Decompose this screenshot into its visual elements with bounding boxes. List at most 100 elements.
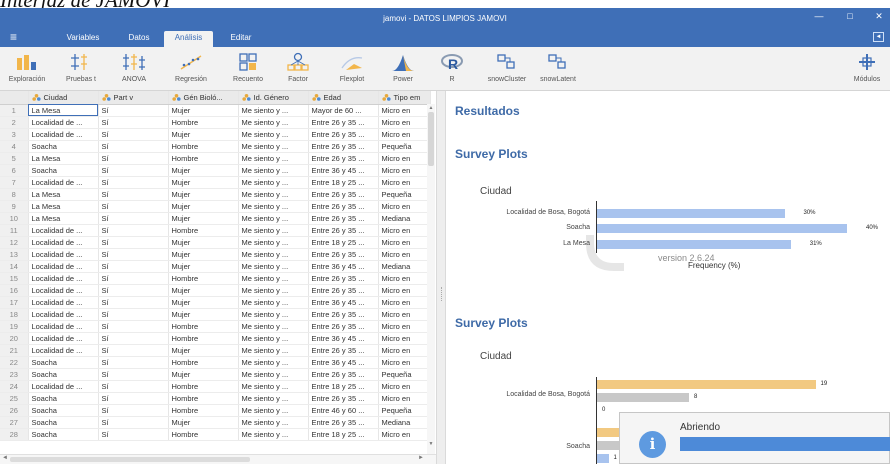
table-cell[interactable]: Micro en: [378, 104, 431, 117]
table-cell[interactable]: Micro en: [378, 164, 431, 177]
t-tests-button[interactable]: Pruebas t: [55, 50, 107, 88]
table-cell[interactable]: Micro en: [378, 308, 431, 321]
table-cell[interactable]: Mujer: [168, 200, 239, 213]
table-cell[interactable]: Entre 26 y 35 ...: [308, 224, 379, 237]
table-cell[interactable]: Me siento y ...: [238, 152, 309, 165]
row-number[interactable]: 15: [0, 272, 29, 285]
table-row[interactable]: 14 Localidad de ... Sí Mujer Me siento y ...…: [0, 260, 431, 273]
table-cell[interactable]: Me siento y ...: [238, 128, 309, 141]
minimize-button[interactable]: —: [812, 11, 826, 23]
table-cell[interactable]: Localidad de ...: [28, 236, 99, 249]
row-number[interactable]: 2: [0, 116, 29, 129]
table-cell[interactable]: Hombre: [168, 140, 239, 153]
table-cell[interactable]: Me siento y ...: [238, 296, 309, 309]
table-row[interactable]: 6 Soacha Sí Mujer Me siento y ... Entre 36 y …: [0, 164, 431, 177]
table-row[interactable]: 27 Soacha Sí Mujer Me siento y ... Entre 26 y…: [0, 416, 431, 429]
table-cell[interactable]: Sí: [98, 380, 169, 393]
table-cell[interactable]: Soacha: [28, 368, 99, 381]
table-cell[interactable]: Entre 26 y 35 ...: [308, 212, 379, 225]
exploration-button[interactable]: Exploración: [2, 50, 52, 88]
vertical-scrollbar[interactable]: ▲ ▼: [427, 104, 435, 461]
table-cell[interactable]: Localidad de ...: [28, 272, 99, 285]
table-cell[interactable]: Soacha: [28, 356, 99, 369]
table-cell[interactable]: Sí: [98, 392, 169, 405]
row-number[interactable]: 17: [0, 296, 29, 309]
power-button[interactable]: Power: [382, 50, 424, 88]
table-cell[interactable]: Entre 26 y 35 ...: [308, 272, 379, 285]
table-cell[interactable]: Entre 36 y 45 ...: [308, 356, 379, 369]
table-cell[interactable]: Me siento y ...: [238, 164, 309, 177]
table-cell[interactable]: Localidad de ...: [28, 128, 99, 141]
table-cell[interactable]: Mediana: [378, 212, 431, 225]
row-number[interactable]: 20: [0, 332, 29, 345]
table-cell[interactable]: Entre 26 y 35 ...: [308, 344, 379, 357]
scroll-up-icon[interactable]: ▲: [427, 104, 435, 112]
table-row[interactable]: 16 Localidad de ... Sí Mujer Me siento y ...…: [0, 284, 431, 297]
table-cell[interactable]: Micro en: [378, 152, 431, 165]
table-cell[interactable]: Soacha: [28, 392, 99, 405]
table-cell[interactable]: Entre 26 y 35 ...: [308, 248, 379, 261]
table-cell[interactable]: Entre 26 y 35 ...: [308, 320, 379, 333]
table-row[interactable]: 10 La Mesa Sí Mujer Me siento y ... Entre 26 …: [0, 212, 431, 225]
table-cell[interactable]: Mujer: [168, 104, 239, 117]
table-cell[interactable]: Entre 36 y 45 ...: [308, 332, 379, 345]
frequencies-button[interactable]: Recuento: [224, 50, 272, 88]
table-cell[interactable]: Mujer: [168, 416, 239, 429]
table-cell[interactable]: Mediana: [378, 260, 431, 273]
column-header[interactable]: Part v: [98, 91, 169, 105]
table-cell[interactable]: Me siento y ...: [238, 248, 309, 261]
table-row[interactable]: 12 Localidad de ... Sí Mujer Me siento y ...…: [0, 236, 431, 249]
tab-datos[interactable]: Datos: [118, 31, 160, 47]
modules-button[interactable]: Módulos: [844, 50, 890, 88]
table-row[interactable]: 8 La Mesa Sí Mujer Me siento y ... Entre 26 y…: [0, 188, 431, 201]
table-cell[interactable]: Entre 26 y 35 ...: [308, 188, 379, 201]
table-cell[interactable]: Entre 36 y 45 ...: [308, 296, 379, 309]
table-cell[interactable]: Entre 26 y 35 ...: [308, 416, 379, 429]
table-cell[interactable]: Localidad de ...: [28, 248, 99, 261]
table-cell[interactable]: Entre 26 y 35 ...: [308, 308, 379, 321]
table-cell[interactable]: Entre 26 y 35 ...: [308, 284, 379, 297]
table-cell[interactable]: Mujer: [168, 128, 239, 141]
table-cell[interactable]: Me siento y ...: [238, 392, 309, 405]
table-cell[interactable]: Sí: [98, 368, 169, 381]
maximize-button[interactable]: □: [843, 11, 857, 23]
table-cell[interactable]: Micro en: [378, 200, 431, 213]
table-cell[interactable]: Hombre: [168, 224, 239, 237]
scroll-right-icon[interactable]: ►: [418, 455, 424, 461]
table-cell[interactable]: Mujer: [168, 176, 239, 189]
table-cell[interactable]: Me siento y ...: [238, 368, 309, 381]
table-cell[interactable]: Micro en: [378, 128, 431, 141]
table-cell[interactable]: Me siento y ...: [238, 188, 309, 201]
table-cell[interactable]: Sí: [98, 152, 169, 165]
table-cell[interactable]: Hombre: [168, 380, 239, 393]
table-cell[interactable]: Sí: [98, 140, 169, 153]
table-cell[interactable]: Localidad de ...: [28, 320, 99, 333]
table-cell[interactable]: La Mesa: [28, 188, 99, 201]
table-cell[interactable]: Micro en: [378, 332, 431, 345]
table-row[interactable]: 13 Localidad de ... Sí Mujer Me siento y ...…: [0, 248, 431, 261]
row-number[interactable]: 26: [0, 404, 29, 417]
table-cell[interactable]: Sí: [98, 296, 169, 309]
row-number[interactable]: 13: [0, 248, 29, 261]
table-cell[interactable]: Me siento y ...: [238, 428, 309, 441]
table-cell[interactable]: Entre 18 y 25 ...: [308, 236, 379, 249]
table-cell[interactable]: Entre 18 y 25 ...: [308, 380, 379, 393]
row-number[interactable]: 4: [0, 140, 29, 153]
table-cell[interactable]: Mayor de 60 ...: [308, 104, 379, 117]
hamburger-menu-icon[interactable]: ≡: [10, 31, 17, 43]
collapse-panel-icon[interactable]: ◄: [873, 32, 884, 42]
table-cell[interactable]: Soacha: [28, 416, 99, 429]
table-cell[interactable]: Hombre: [168, 272, 239, 285]
table-cell[interactable]: Hombre: [168, 320, 239, 333]
table-row[interactable]: 26 Soacha Sí Hombre Me siento y ... Entre 46 …: [0, 404, 431, 417]
table-cell[interactable]: Sí: [98, 236, 169, 249]
splitter-grip-icon[interactable]: [441, 287, 443, 301]
loading-notification[interactable]: i Abriendo: [619, 412, 890, 464]
table-cell[interactable]: La Mesa: [28, 200, 99, 213]
table-cell[interactable]: Me siento y ...: [238, 308, 309, 321]
column-header[interactable]: Tipo em: [378, 91, 431, 105]
table-cell[interactable]: Sí: [98, 404, 169, 417]
table-cell[interactable]: Sí: [98, 272, 169, 285]
table-cell[interactable]: Sí: [98, 332, 169, 345]
row-number[interactable]: 9: [0, 200, 29, 213]
